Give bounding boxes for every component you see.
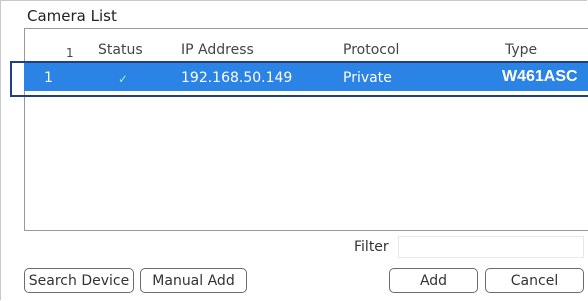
selected-row-highlight <box>10 61 588 97</box>
manual-add-button[interactable]: Manual Add <box>140 268 247 293</box>
add-button[interactable]: Add <box>389 268 478 293</box>
filter-input[interactable] <box>398 236 584 258</box>
column-header-status[interactable]: Status <box>98 42 143 58</box>
panel-title: Camera List <box>27 7 117 25</box>
column-header-protocol[interactable]: Protocol <box>343 42 399 58</box>
column-header-ip-address[interactable]: IP Address <box>181 42 254 58</box>
column-header-index[interactable]: 1 <box>66 46 74 60</box>
column-header-type[interactable]: Type <box>505 42 537 58</box>
filter-label: Filter <box>354 239 389 255</box>
cancel-button[interactable]: Cancel <box>485 268 584 293</box>
search-device-button[interactable]: Search Device <box>24 268 134 293</box>
camera-list-table <box>24 28 588 231</box>
